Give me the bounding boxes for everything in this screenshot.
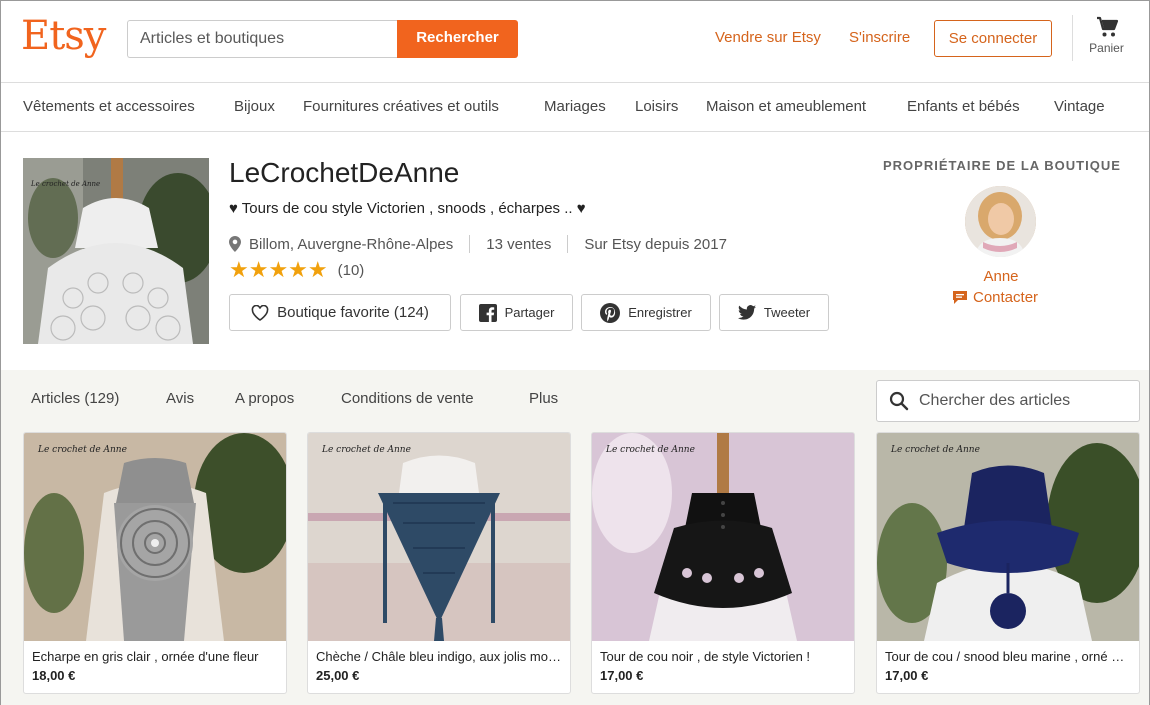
message-icon: [953, 291, 967, 304]
owner-section-title: PROPRIÉTAIRE DE LA BOUTIQUE: [883, 158, 1121, 173]
category-item[interactable]: Fournitures créatives et outils: [303, 98, 499, 115]
heart-icon: [251, 304, 269, 321]
meta-divider: [567, 235, 569, 253]
pinterest-save-button[interactable]: Enregistrer: [581, 294, 711, 331]
tweet-button[interactable]: Tweeter: [719, 294, 829, 331]
category-item[interactable]: Vêtements et accessoires: [23, 98, 195, 115]
listing-card[interactable]: Le crochet de Anne Tour de cou / snood b…: [876, 432, 1140, 694]
shop-tagline: ♥ Tours de cou style Victorien , snoods …: [229, 200, 586, 217]
shop-rating[interactable]: ★★★★★ (10): [229, 257, 364, 283]
favorite-shop-button[interactable]: Boutique favorite (124): [229, 294, 451, 331]
listing-image[interactable]: Le crochet de Anne: [308, 433, 570, 641]
owner-avatar[interactable]: [965, 186, 1036, 257]
listing-price: 17,00 €: [885, 668, 929, 683]
login-button[interactable]: Se connecter: [934, 20, 1052, 57]
etsy-logo[interactable]: Etsy: [21, 13, 106, 59]
items-search-input[interactable]: [919, 392, 1119, 410]
search-icon: [889, 391, 909, 411]
share-button[interactable]: Partager: [460, 294, 573, 331]
category-item[interactable]: Maison et ameublement: [706, 98, 866, 115]
category-item[interactable]: Enfants et bébés: [907, 98, 1020, 115]
shop-location: Billom, Auvergne-Rhône-Alpes: [249, 235, 454, 253]
category-item[interactable]: Mariages: [544, 98, 606, 115]
category-item[interactable]: Bijoux: [234, 98, 275, 115]
listing-price: 18,00 €: [32, 668, 76, 683]
search-box[interactable]: [127, 20, 399, 58]
favorite-shop-label: Boutique favorite (124): [277, 304, 429, 321]
contact-label: Contacter: [973, 289, 1039, 306]
twitter-icon: [737, 305, 756, 320]
cart-icon: [1096, 16, 1118, 37]
share-label: Partager: [504, 305, 555, 320]
rating-stars: ★★★★★: [229, 257, 328, 282]
listing-title[interactable]: Tour de cou noir , de style Victorien !: [592, 641, 854, 664]
listing-title[interactable]: Tour de cou / snood bleu marine , orné d…: [877, 641, 1139, 664]
cart-button[interactable]: Panier: [1084, 15, 1129, 55]
cart-label: Panier: [1089, 41, 1124, 55]
image-watermark: Le crochet de Anne: [31, 180, 101, 188]
listing-price: 25,00 €: [316, 668, 360, 683]
category-item[interactable]: Loisirs: [635, 98, 678, 115]
tab-articles[interactable]: Articles (129): [31, 390, 119, 407]
sell-on-etsy-link[interactable]: Vendre sur Etsy: [715, 29, 821, 46]
tab-more[interactable]: Plus: [529, 390, 558, 407]
shop-since: Sur Etsy depuis 2017: [584, 235, 727, 253]
listing-image-illustration: [592, 433, 854, 641]
meta-divider: [469, 235, 471, 253]
category-nav: Vêtements et accessoires Bijoux Fournitu…: [1, 83, 1149, 132]
register-link[interactable]: S'inscrire: [849, 29, 910, 46]
search-input[interactable]: [128, 21, 399, 57]
shop-meta: Billom, Auvergne-Rhône-Alpes 13 ventes S…: [229, 235, 727, 253]
location-pin-icon: [229, 236, 241, 252]
image-watermark: Le crochet de Anne: [606, 445, 695, 455]
header-divider: [1072, 15, 1073, 61]
image-watermark: Le crochet de Anne: [322, 445, 411, 455]
rating-count: (10): [337, 261, 365, 279]
avatar-illustration: [965, 186, 1036, 257]
owner-name[interactable]: Anne: [941, 268, 1061, 285]
contact-owner-link[interactable]: Contacter: [953, 289, 1038, 306]
listing-title[interactable]: Chèche / Châle bleu indigo, aux jolis mo…: [308, 641, 570, 664]
listing-price: 17,00 €: [600, 668, 644, 683]
tab-reviews[interactable]: Avis: [166, 390, 194, 407]
tab-policies[interactable]: Conditions de vente: [341, 390, 474, 407]
shop-banner-image: Le crochet de Anne: [23, 158, 209, 344]
listing-card[interactable]: Le crochet de Anne Tour de cou noir , de…: [591, 432, 855, 694]
listing-image-illustration: [24, 433, 286, 641]
listing-title[interactable]: Echarpe en gris clair , ornée d'une fleu…: [24, 641, 286, 664]
listing-image[interactable]: Le crochet de Anne: [877, 433, 1139, 641]
listing-image[interactable]: Le crochet de Anne: [592, 433, 854, 641]
category-item[interactable]: Vintage: [1054, 98, 1105, 115]
listing-image-illustration: [308, 433, 570, 641]
site-header: Etsy Rechercher Vendre sur Etsy S'inscri…: [1, 1, 1149, 83]
image-watermark: Le crochet de Anne: [891, 445, 980, 455]
items-search-box[interactable]: [876, 380, 1140, 422]
image-watermark: Le crochet de Anne: [38, 445, 127, 455]
search-button[interactable]: Rechercher: [397, 20, 518, 58]
listing-card[interactable]: Le crochet de Anne Echarpe en gris clair…: [23, 432, 287, 694]
listing-image[interactable]: Le crochet de Anne: [24, 433, 286, 641]
tab-about[interactable]: A propos: [235, 390, 294, 407]
shop-name: LeCrochetDeAnne: [229, 157, 460, 188]
tweet-label: Tweeter: [763, 305, 811, 320]
facebook-icon: [478, 303, 497, 322]
listing-image-illustration: [877, 433, 1139, 641]
save-label: Enregistrer: [628, 305, 692, 320]
pinterest-icon: [600, 302, 621, 323]
listing-card[interactable]: Le crochet de Anne Chèche / Châle bleu i…: [307, 432, 571, 694]
shop-sales: 13 ventes: [486, 235, 552, 253]
